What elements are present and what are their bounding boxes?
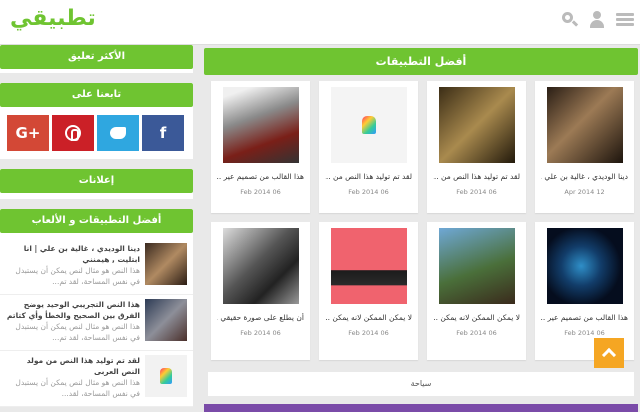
- app-date: 06 Feb 2014: [564, 329, 605, 337]
- follow-widget: تابعنا على G+ f: [0, 83, 193, 159]
- top-bar: تطبيقي: [0, 0, 640, 45]
- twitter-icon: [110, 127, 126, 139]
- list-item[interactable]: دينا الوديدي ، غالية بن علي | انا ابتليت…: [0, 239, 193, 295]
- app-date: 06 Feb 2014: [456, 188, 497, 196]
- app-thumbnail[interactable]: [330, 228, 407, 304]
- app-thumbnail[interactable]: [438, 228, 515, 304]
- item-thumbnail[interactable]: [145, 355, 187, 397]
- apps-games-title: أفضل التطبيقات و الألعاب: [0, 209, 193, 233]
- section-bar: [204, 404, 638, 412]
- scroll-to-top-button[interactable]: [594, 338, 624, 368]
- menu-icon[interactable]: [616, 13, 634, 27]
- item-excerpt: هذا النص هو مثال لنص يمكن أن يستبدل في ن…: [15, 378, 140, 398]
- app-card[interactable]: دينا الوديدي ، غالية بن علي ... 12 Apr 2…: [535, 81, 634, 213]
- most-commented-title: الأكثر تعليق: [0, 45, 193, 69]
- app-card[interactable]: لا يمكن الممكن لانه يمكن ... 06 Feb 2014: [427, 222, 526, 360]
- app-thumbnail[interactable]: [222, 228, 299, 304]
- sidebar: الأكثر تعليق تابعنا على G+ f إعلانات أفض…: [0, 45, 193, 412]
- app-title[interactable]: لقد تم توليد هذا النص من ...: [433, 172, 520, 181]
- follow-title: تابعنا على: [0, 83, 193, 107]
- user-icon[interactable]: [588, 11, 606, 29]
- facebook-button[interactable]: f: [142, 115, 184, 151]
- app-card[interactable]: لقد تم توليد هذا النص من ... 06 Feb 2014: [319, 81, 418, 213]
- app-date: 06 Feb 2014: [456, 329, 497, 337]
- app-title[interactable]: لقد تم توليد هذا النص من ...: [325, 172, 412, 181]
- list-item[interactable]: هذا النص التجريبي الوحيد يوضح الفرق بين …: [0, 295, 193, 351]
- app-title[interactable]: هذا القالب من تصميم عير ...: [217, 172, 304, 181]
- apps-grid: دينا الوديدي ، غالية بن علي ... 12 Apr 2…: [204, 75, 638, 360]
- item-thumbnail[interactable]: [145, 299, 187, 341]
- twitter-button[interactable]: [97, 115, 139, 151]
- ads-title: إعلانات: [0, 169, 193, 193]
- app-card[interactable]: لا يمكن الممكن لانه يمكن ... 06 Feb 2014: [319, 222, 418, 360]
- site-logo[interactable]: تطبيقي: [10, 6, 96, 31]
- item-excerpt: هذا النص هو مثال لنص يمكن أن يستبدل في ن…: [15, 322, 140, 342]
- app-thumbnail[interactable]: [222, 87, 299, 163]
- app-title[interactable]: أن يطلع على صورة حقيقي ...: [217, 313, 304, 322]
- app-title[interactable]: لا يمكن الممكن لانه يمكن ...: [433, 313, 520, 322]
- search-icon[interactable]: [562, 12, 579, 28]
- google-plus-icon: G+: [15, 124, 41, 142]
- ads-widget: إعلانات: [0, 169, 193, 199]
- app-thumbnail[interactable]: [546, 87, 623, 163]
- main-content: أفضل التطبيقات دينا الوديدي ، غالية بن ع…: [204, 48, 638, 412]
- item-title[interactable]: هذا النص التجريبي الوحيد يوضح الفرق بين …: [6, 299, 140, 321]
- app-title[interactable]: لا يمكن الممكن لانه يمكن ...: [325, 313, 412, 322]
- app-card[interactable]: أن يطلع على صورة حقيقي ... 06 Feb 2014: [211, 222, 310, 360]
- item-excerpt: هذا النص هو مثال لنص يمكن أن يستبدل في ن…: [15, 266, 140, 286]
- app-thumbnail[interactable]: [438, 87, 515, 163]
- most-commented-widget: الأكثر تعليق: [0, 45, 193, 73]
- google-plus-button[interactable]: G+: [7, 115, 49, 151]
- app-title[interactable]: هذا القالب من تصميم عير ...: [541, 313, 628, 322]
- facebook-icon: f: [159, 124, 167, 142]
- app-date: 06 Feb 2014: [240, 188, 281, 196]
- more-link[interactable]: سياحة: [208, 372, 634, 396]
- item-title[interactable]: لقد تم توليد هذا النص من مولد النص العرب…: [6, 355, 140, 377]
- section-title: أفضل التطبيقات: [204, 48, 638, 75]
- app-title[interactable]: دينا الوديدي ، غالية بن علي ...: [541, 172, 628, 181]
- app-card[interactable]: لقد تم توليد هذا النص من ... 06 Feb 2014: [427, 81, 526, 213]
- pinterest-icon: [65, 125, 81, 141]
- chevron-up-icon: [601, 347, 617, 363]
- pinterest-button[interactable]: [52, 115, 94, 151]
- app-date: 06 Feb 2014: [348, 329, 389, 337]
- item-title[interactable]: دينا الوديدي ، غالية بن علي | انا ابتليت…: [6, 243, 140, 265]
- app-thumbnail[interactable]: [330, 87, 407, 163]
- list-item[interactable]: لقد تم توليد هذا النص من مولد النص العرب…: [0, 351, 193, 407]
- app-thumbnail[interactable]: [546, 228, 623, 304]
- app-date: 06 Feb 2014: [240, 329, 281, 337]
- app-date: 06 Feb 2014: [348, 188, 389, 196]
- app-date: 12 Apr 2014: [564, 188, 605, 196]
- item-thumbnail[interactable]: [145, 243, 187, 285]
- apps-games-widget: أفضل التطبيقات و الألعاب دينا الوديدي ، …: [0, 209, 193, 407]
- app-card[interactable]: هذا القالب من تصميم عير ... 06 Feb 2014: [211, 81, 310, 213]
